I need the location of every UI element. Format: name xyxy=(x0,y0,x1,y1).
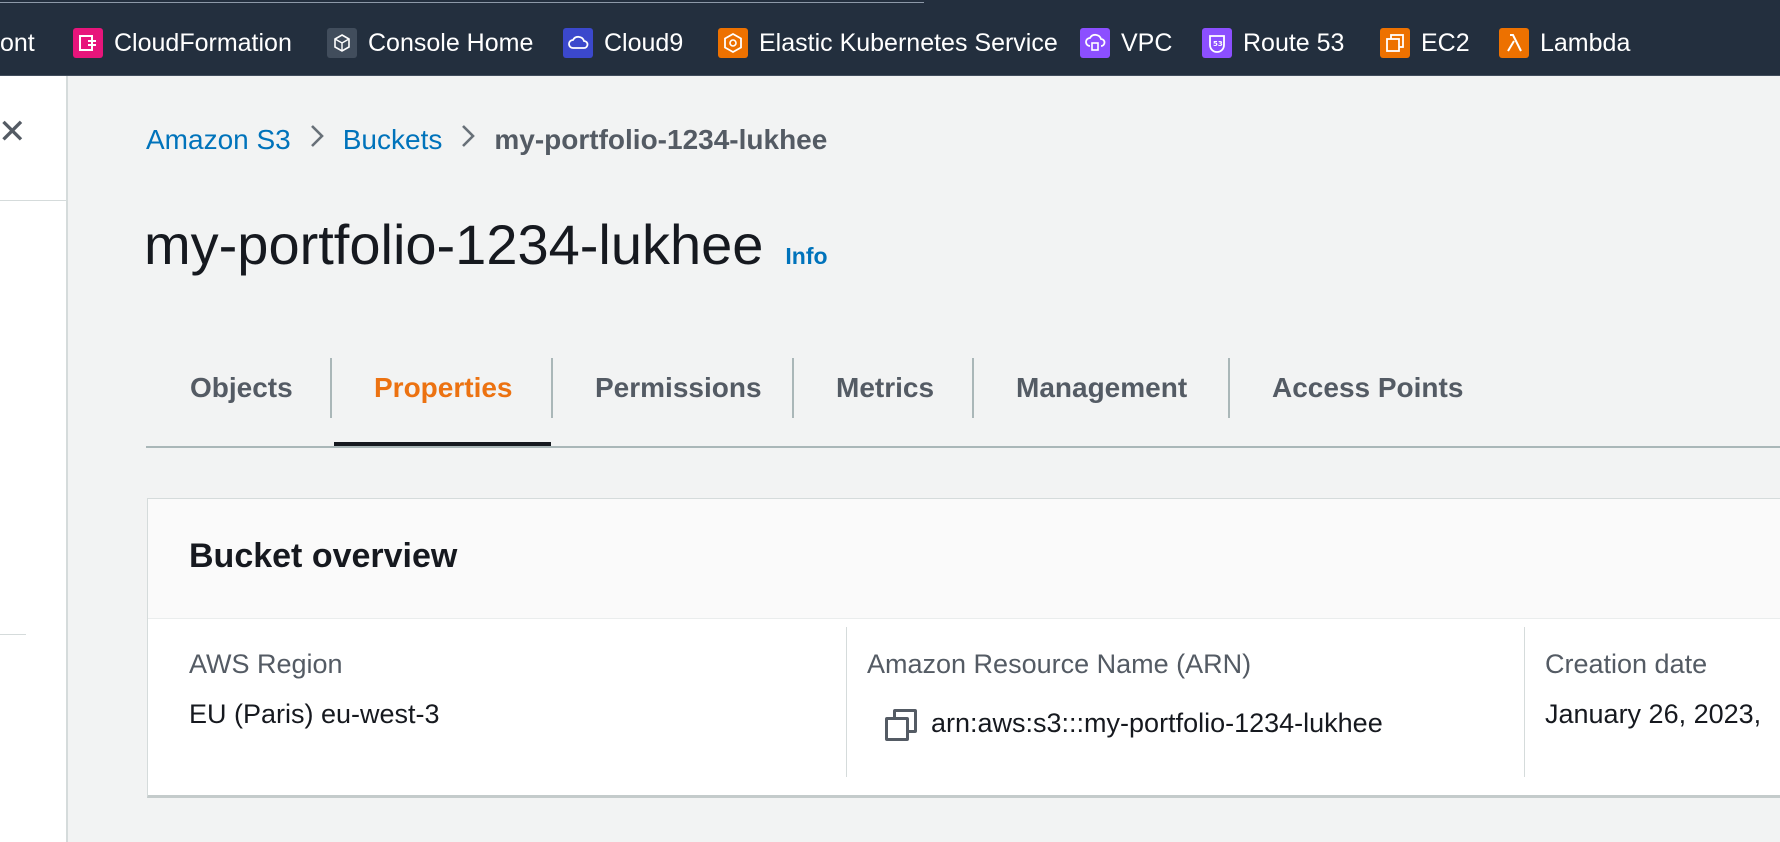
bucket-overview-panel: Bucket overview AWS Region EU (Paris) eu… xyxy=(147,498,1780,798)
favorite-route53[interactable]: 53 Route 53 xyxy=(1202,23,1344,63)
console-home-icon xyxy=(327,28,357,58)
panel-title: Bucket overview xyxy=(189,537,458,575)
page-title: my-portfolio-1234-lukhee xyxy=(144,213,764,276)
favorite-lambda[interactable]: Lambda xyxy=(1499,23,1630,63)
ec2-icon xyxy=(1380,28,1410,58)
favorite-label: VPC xyxy=(1121,28,1173,57)
cloudformation-icon xyxy=(73,28,103,58)
tab-access-points[interactable]: Access Points xyxy=(1272,348,1463,428)
favorites-bar: ont CloudFormation Console Home Cloud9 E… xyxy=(0,0,1780,76)
tabs-baseline xyxy=(146,446,1780,448)
favorite-label: ont xyxy=(0,28,35,57)
close-icon[interactable]: ✕ xyxy=(0,112,27,152)
favorite-label: Lambda xyxy=(1540,28,1631,57)
panel-header: Bucket overview xyxy=(148,499,1780,619)
chevron-right-icon xyxy=(309,123,325,157)
route53-icon: 53 xyxy=(1202,28,1232,58)
chevron-right-icon xyxy=(460,123,476,157)
vpc-icon xyxy=(1080,28,1110,58)
arn-column: Amazon Resource Name (ARN) arn:aws:s3:::… xyxy=(867,619,1507,795)
breadcrumb-buckets[interactable]: Buckets xyxy=(343,124,443,156)
eks-icon xyxy=(718,28,748,58)
tab-permissions[interactable]: Permissions xyxy=(595,348,762,428)
column-divider xyxy=(846,627,847,777)
favorite-cloud9[interactable]: Cloud9 xyxy=(563,23,683,63)
favorite-eks[interactable]: Elastic Kubernetes Service xyxy=(718,23,1058,63)
arn-value: arn:aws:s3:::my-portfolio-1234-lukhee xyxy=(931,707,1383,738)
creation-column: Creation date January 26, 2023, xyxy=(1545,619,1780,795)
creation-value: January 26, 2023, xyxy=(1545,699,1762,729)
info-link[interactable]: Info xyxy=(785,243,827,270)
breadcrumb: Amazon S3 Buckets my-portfolio-1234-lukh… xyxy=(146,120,827,160)
tab-metrics[interactable]: Metrics xyxy=(836,348,934,428)
favorite-label: CloudFormation xyxy=(114,28,292,57)
favorite-label: Route 53 xyxy=(1243,28,1345,57)
favorite-label: EC2 xyxy=(1421,28,1470,57)
tab-divider xyxy=(330,358,332,418)
favorite-label: Console Home xyxy=(368,28,534,57)
favorite-truncated[interactable]: ont xyxy=(0,23,35,63)
tab-properties[interactable]: Properties xyxy=(374,348,513,428)
tab-objects[interactable]: Objects xyxy=(190,348,293,428)
favorite-label: Cloud9 xyxy=(604,28,684,57)
page-header: my-portfolio-1234-lukhee Info xyxy=(144,212,828,277)
tab-management[interactable]: Management xyxy=(1016,348,1187,428)
creation-label: Creation date xyxy=(1545,649,1708,679)
favorite-console-home[interactable]: Console Home xyxy=(327,23,533,63)
nav-divider xyxy=(0,634,26,635)
column-divider xyxy=(1524,627,1525,777)
region-value: EU (Paris) eu-west-3 xyxy=(189,699,440,729)
lambda-icon xyxy=(1499,28,1529,58)
arn-value-row: arn:aws:s3:::my-portfolio-1234-lukhee xyxy=(883,707,1383,741)
nav-divider xyxy=(0,200,66,201)
favorite-cloudformation[interactable]: CloudFormation xyxy=(73,23,292,63)
svg-text:53: 53 xyxy=(1213,40,1223,48)
tab-divider xyxy=(972,358,974,418)
cloud9-icon xyxy=(563,28,593,58)
favorite-vpc[interactable]: VPC xyxy=(1080,23,1172,63)
region-column: AWS Region EU (Paris) eu-west-3 xyxy=(189,619,829,795)
copy-icon[interactable] xyxy=(883,707,917,741)
breadcrumb-current: my-portfolio-1234-lukhee xyxy=(494,124,828,155)
region-label: AWS Region xyxy=(189,649,343,679)
favorite-label: Elastic Kubernetes Service xyxy=(759,28,1058,57)
favorite-ec2[interactable]: EC2 xyxy=(1380,23,1470,63)
tab-divider xyxy=(792,358,794,418)
breadcrumb-amazon-s3[interactable]: Amazon S3 xyxy=(146,124,291,156)
arn-label: Amazon Resource Name (ARN) xyxy=(867,649,1252,679)
bucket-tabs: Objects Properties Permissions Metrics M… xyxy=(146,348,1780,448)
tab-divider xyxy=(551,358,553,418)
search-field-edge xyxy=(0,0,924,3)
tab-divider xyxy=(1228,358,1230,418)
side-navigation-panel: ✕ xyxy=(0,76,68,842)
